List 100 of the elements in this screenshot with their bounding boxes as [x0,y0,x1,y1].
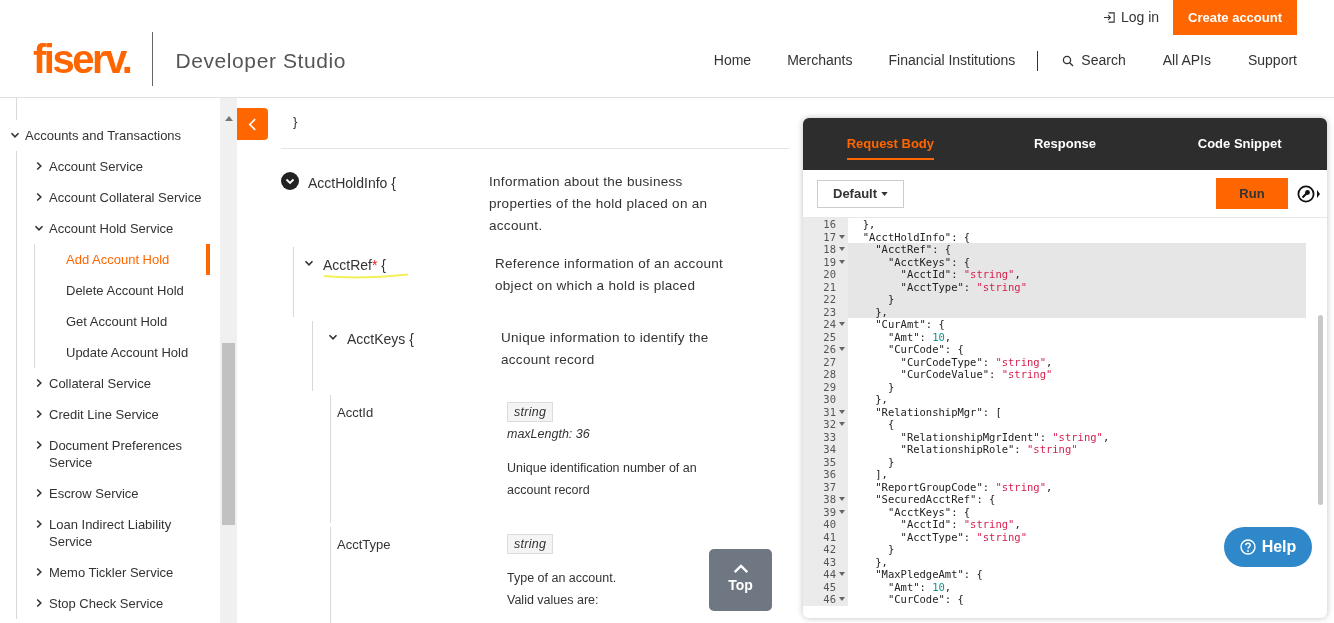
line-number: 31 [823,405,836,418]
line-number: 39 [823,505,836,518]
code-line: } [886,455,895,468]
line-number: 35 [823,455,836,468]
chevron-right-icon[interactable] [34,192,44,202]
property-description: Type of an account. Valid values are: [507,569,617,609]
code-line: "AcctType": "string" [899,280,1027,293]
sidebar-item[interactable]: Accounts and Transactions [10,120,210,151]
code-line: "RelationshipMgr": [ [874,405,1002,418]
line-number: 24 [823,318,836,331]
line-number: 26 [823,343,836,356]
line-number: 16 [823,218,836,231]
sidebar-item[interactable]: Update Account Hold [66,337,210,368]
line-number: 37 [823,480,836,493]
code-line: ], [874,468,888,480]
sidebar-item[interactable]: Memo Tickler Service [34,557,210,588]
scrollbar-thumb[interactable] [1318,315,1323,505]
property-name[interactable]: AcctKeys { [347,330,414,347]
sidebar-item[interactable]: Account Collateral Service [34,182,210,213]
code-line: "CurCode": { [886,593,964,605]
nav-link[interactable]: All APIs [1162,50,1211,71]
code-line: "ReportGroupCode": "string", [874,480,1053,493]
sidebar-item[interactable]: Document Preferences Service [34,430,210,478]
line-number: 46 [823,593,836,606]
panel-tab[interactable]: Code Snippet [1197,127,1282,161]
wrench-icon[interactable] [1297,184,1321,203]
code-line: "AcctId": "string", [899,518,1021,530]
line-number: 28 [823,368,836,381]
nav-link[interactable]: Support [1247,50,1297,71]
fold-caret-icon[interactable] [838,572,845,577]
chevron-right-icon[interactable] [34,567,44,577]
chevron-right-icon[interactable] [34,409,44,419]
scroll-up-icon[interactable] [224,116,233,121]
property-name[interactable]: AcctRef* { [323,256,387,273]
scrollbar-thumb[interactable] [222,343,235,525]
question-icon [1239,539,1256,555]
collapse-circle-icon[interactable] [281,171,299,190]
sidebar-item[interactable]: Stop Check Service [34,588,210,619]
fold-caret-icon[interactable] [838,322,845,327]
nav-link[interactable]: Financial Institutions [888,50,1016,71]
sidebar-item[interactable]: Credit Line Service [34,399,210,430]
fold-caret-icon[interactable] [838,347,845,352]
code-line: "AcctType": "string" [899,530,1027,543]
code-line: "CurCodeType": "string", [899,355,1053,368]
line-number: 32 [823,418,836,431]
login-icon [1102,11,1116,24]
code-line: "AcctRef": { [874,243,952,255]
line-number: 41 [823,530,836,543]
back-to-top-button[interactable]: Top [709,549,772,611]
sidebar-item[interactable]: Loan Indirect Liability Service [34,509,210,557]
code-line: "AcctHoldInfo": { [861,230,971,243]
code-line: "RelationshipRole": "string" [899,443,1078,455]
example-dropdown[interactable]: Default [817,179,905,208]
code-line: } [886,543,895,555]
chevron-right-icon[interactable] [34,378,44,388]
line-number: 27 [823,355,836,368]
line-number: 20 [823,268,836,281]
line-number: 19 [823,255,836,268]
chevron-right-icon[interactable] [34,440,44,450]
product-title: Developer Studio [175,47,347,74]
code-line: }, [874,305,888,318]
fold-caret-icon[interactable] [838,409,845,414]
sidebar-item[interactable]: Account Hold Service [34,213,210,244]
line-number: 45 [823,580,836,593]
code-line: { [886,418,895,430]
chevron-down-icon[interactable] [10,130,20,140]
line-number: 36 [823,468,836,481]
line-number: 42 [823,543,836,556]
code-line: "MaxPledgeAmt": { [874,568,983,580]
code-line: "CurCodeValue": "string" [899,368,1053,380]
line-number: 17 [823,230,836,243]
nav-link[interactable]: Search [1062,50,1126,71]
property-name[interactable]: AcctHoldInfo { [308,174,396,191]
code-line: "AcctKeys": { [886,505,971,518]
sidebar-item[interactable]: Escrow Service [34,478,210,509]
help-button[interactable]: Help [1224,527,1312,567]
nav-link[interactable]: Merchants [787,50,853,71]
code-line: "CurCode": { [886,343,964,355]
fold-caret-icon[interactable] [838,422,845,427]
code-line: "CurAmt": { [874,318,945,330]
code-line: } [886,380,895,393]
panel-tab[interactable]: Response [1033,127,1097,161]
chevron-right-icon[interactable] [34,598,44,608]
fold-caret-icon[interactable] [838,597,845,602]
run-button[interactable]: Run [1216,178,1288,209]
sidebar-item[interactable]: Get Account Hold [66,306,210,337]
sidebar-item[interactable]: Account Service [34,151,210,182]
chevron-right-icon[interactable] [34,488,44,498]
sidebar-item[interactable]: Collateral Service [34,368,210,399]
chevron-down-icon[interactable] [34,223,44,233]
code-line: "SecuredAcctRef": { [874,493,996,505]
chevron-right-icon[interactable] [34,161,44,171]
property-description: Unique information to identify the account record [501,328,710,369]
sidebar-item[interactable]: Delete Account Hold [66,275,210,306]
nav-link[interactable]: Home [713,50,752,71]
panel-tab[interactable]: Request Body [846,127,935,161]
chevron-right-icon[interactable] [34,519,44,529]
login-link[interactable]: Log in [1102,7,1160,28]
fold-caret-icon[interactable] [838,234,845,239]
line-number: 33 [823,430,836,443]
